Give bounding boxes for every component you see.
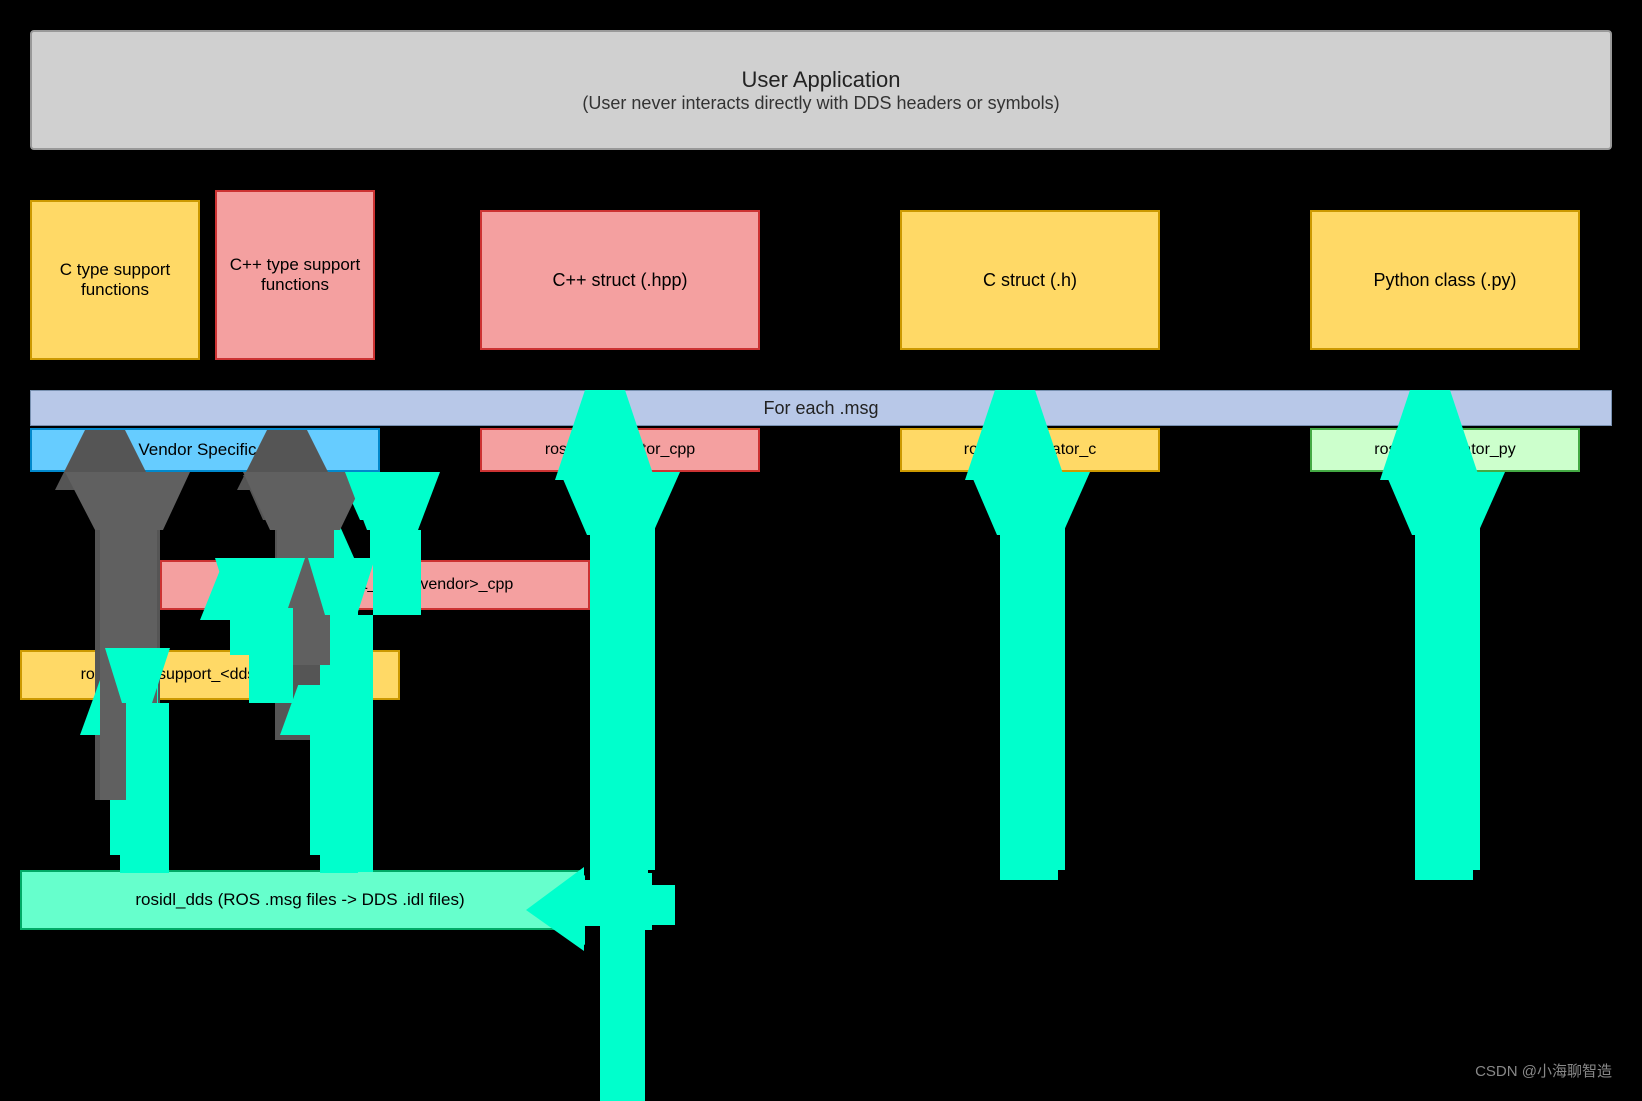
dds-vendor-box: DDS Vendor Specific Funcs. [30, 428, 380, 472]
cpp-struct-box: C++ struct (.hpp) [480, 210, 760, 350]
rosidl-typesupport-c-box: rosidl_typesupport_<dds_vendor>_c [20, 650, 400, 700]
user-app-subtitle: (User never interacts directly with DDS … [582, 93, 1059, 114]
rosidl-dds-box: rosidl_dds (ROS .msg files -> DDS .idl f… [20, 870, 580, 930]
rosidl-gen-c-box: rosidl_generator_c [900, 428, 1160, 472]
msg-label-cpp: .msg [595, 750, 632, 770]
user-app-title: User Application [742, 67, 901, 93]
cpp-type-support-box: C++ type support functions [215, 190, 375, 360]
rosidl-gen-py-box: rosidl_generator_py [1310, 428, 1580, 472]
rosidl-typesupport-cpp-box: rosidl_typesupport_<dds_vendor>_cpp [160, 560, 590, 610]
idl-label-right: .idl [310, 810, 332, 830]
arrows-svg [0, 0, 1642, 1101]
c-struct-box: C struct (.h) [900, 210, 1160, 350]
arrows-clean [0, 0, 1642, 1101]
python-class-box: Python class (.py) [1310, 210, 1580, 350]
idl-label-left: .idl [110, 810, 132, 830]
msg-label-py: .msg [1420, 750, 1457, 770]
arrows-overlay [0, 0, 1642, 1101]
c-type-support-box: C type support functions [30, 200, 200, 360]
rosidl-gen-cpp-box: rosidl_generator_cpp [480, 428, 760, 472]
user-app-box: User Application (User never interacts d… [30, 30, 1612, 150]
for-each-msg-row: For each .msg [30, 390, 1612, 426]
watermark: CSDN @小海聊智造 [1475, 1060, 1612, 1081]
diagram-container: User Application (User never interacts d… [0, 0, 1642, 1101]
msg-label-c: .msg [1010, 750, 1047, 770]
